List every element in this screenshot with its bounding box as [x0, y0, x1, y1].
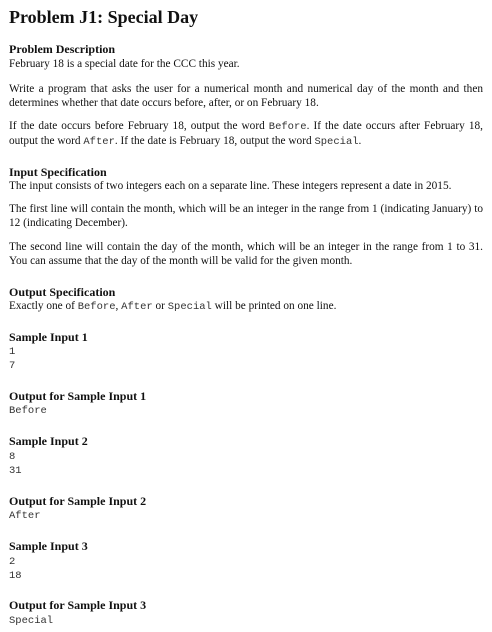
sample-input-2-line-2: 31 [9, 465, 22, 477]
sample-output-1: Before [9, 405, 47, 417]
problem-title: Problem J1: Special Day [9, 7, 199, 27]
output-spec-text-3: or [152, 300, 168, 312]
sample-output-3: Special [9, 615, 54, 627]
keyword-before: Before [77, 301, 116, 313]
sample-output-2-heading: Output for Sample Input 2 [9, 494, 147, 508]
keyword-after: After [83, 136, 115, 148]
sample-input-1-line-2: 7 [9, 360, 16, 372]
description-paragraph-1: February 18 is a special date for the CC… [9, 58, 240, 70]
description-text-4: . [358, 135, 362, 147]
keyword-special: Special [167, 301, 212, 313]
sample-input-1-line-1: 1 [9, 346, 16, 358]
output-specification-heading: Output Specification [9, 285, 116, 299]
input-specification-heading: Input Specification [9, 165, 107, 179]
input-spec-paragraph-2: The first line will contain the month, w… [9, 203, 483, 229]
sample-input-3-line-2: 18 [9, 570, 22, 582]
sample-input-2-heading: Sample Input 2 [9, 434, 88, 448]
input-spec-paragraph-1: The input consists of two integers each … [9, 180, 452, 192]
output-spec-paragraph: Exactly one of Before, After or Special … [9, 299, 483, 314]
sample-output-3-heading: Output for Sample Input 3 [9, 598, 147, 612]
problem-description-heading: Problem Description [9, 42, 116, 56]
description-text-3: . If the date is February 18, output the… [114, 135, 315, 147]
description-text-1: If the date occurs before February 18, o… [9, 120, 269, 132]
keyword-special: Special [314, 136, 359, 148]
description-paragraph-3: If the date occurs before February 18, o… [9, 119, 483, 149]
sample-input-1-heading: Sample Input 1 [9, 330, 88, 344]
description-paragraph-2: Write a program that asks the user for a… [9, 83, 483, 109]
output-spec-text-4: will be printed on one line. [211, 300, 337, 312]
input-spec-paragraph-3: The second line will contain the day of … [9, 241, 483, 267]
keyword-before: Before [268, 121, 307, 133]
output-spec-text-1: Exactly one of [9, 300, 78, 312]
sample-output-1-heading: Output for Sample Input 1 [9, 389, 147, 403]
keyword-after: After [121, 301, 153, 313]
sample-input-2-line-1: 8 [9, 451, 16, 463]
sample-input-3-heading: Sample Input 3 [9, 539, 88, 553]
sample-input-3-line-1: 2 [9, 556, 16, 568]
sample-output-2: After [9, 510, 41, 522]
